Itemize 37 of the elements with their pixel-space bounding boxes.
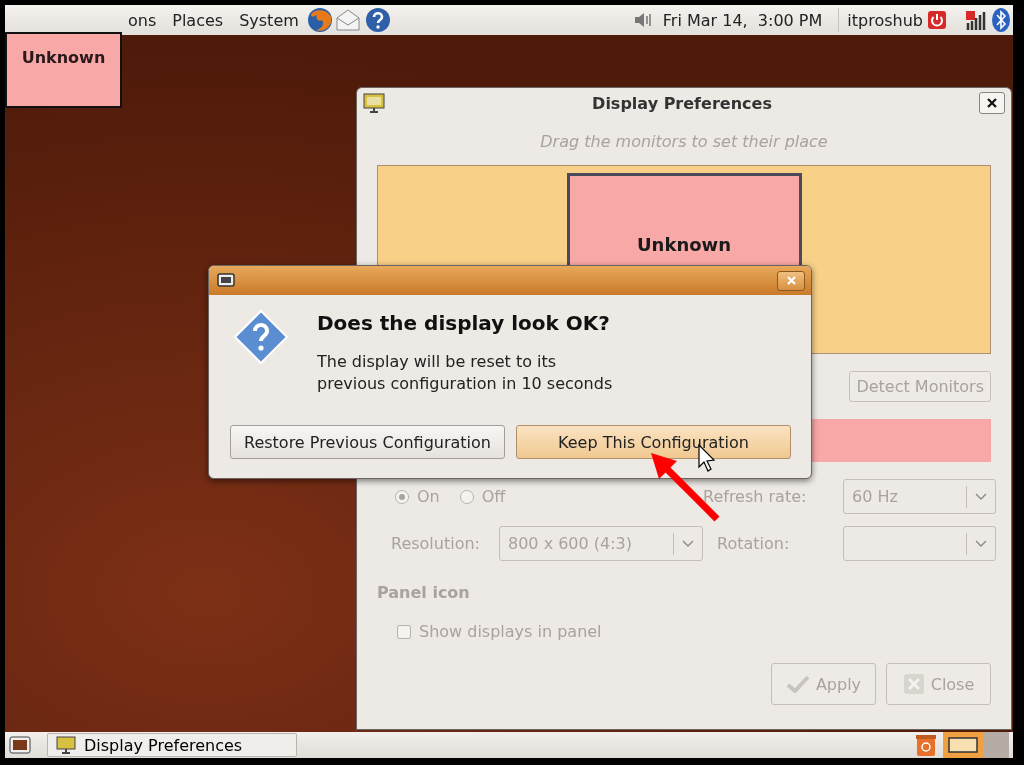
show-desktop-icon[interactable]	[9, 735, 31, 755]
monitor-icon	[363, 93, 385, 113]
checkmark-icon	[785, 675, 810, 693]
close-icon	[902, 673, 925, 695]
menu-item[interactable]: ons	[120, 10, 165, 30]
section-heading: Panel icon	[377, 583, 471, 602]
envelope-icon[interactable]	[334, 8, 361, 32]
close-button[interactable]	[979, 92, 1005, 114]
caret-icon	[975, 539, 987, 548]
resolution-label: Resolution:	[390, 534, 481, 553]
firefox-icon[interactable]	[306, 7, 333, 33]
signal-bars-icon[interactable]	[965, 9, 987, 31]
dialog-message: The display will be reset to its previous configuration in 10 seconds	[317, 351, 613, 395]
restore-configuration-button[interactable]: Restore Previous Configuration	[230, 425, 505, 459]
keep-configuration-button[interactable]: Keep This Configuration	[516, 425, 791, 459]
close-icon	[986, 97, 998, 109]
user-name[interactable]: itproshub	[847, 10, 923, 30]
refresh-rate-label: Refresh rate:	[703, 487, 808, 506]
caret-icon	[682, 539, 694, 548]
close-icon	[785, 275, 797, 286]
power-icon[interactable]	[927, 10, 947, 30]
window-icon	[217, 272, 235, 289]
monitor-name-label: Unknown	[5, 32, 122, 108]
window-title: Display Preferences	[591, 93, 773, 113]
trash-icon[interactable]	[915, 733, 937, 757]
monitor-icon	[56, 736, 76, 754]
bluetooth-icon[interactable]	[991, 7, 1011, 33]
menu-item[interactable]: Places	[164, 10, 232, 30]
taskbar-button[interactable]: Display Preferences	[47, 733, 297, 757]
instruction-text: Drag the monitors to set their place	[539, 132, 829, 151]
caret-icon	[975, 492, 987, 501]
workspace-switcher-icon[interactable]	[943, 732, 1009, 758]
clock[interactable]: Fri Mar 14, 3:00 PM	[654, 10, 831, 30]
question-icon	[233, 309, 289, 365]
help-icon[interactable]	[364, 7, 391, 33]
menu-item[interactable]: System	[231, 10, 307, 30]
rotation-label: Rotation:	[716, 534, 791, 553]
